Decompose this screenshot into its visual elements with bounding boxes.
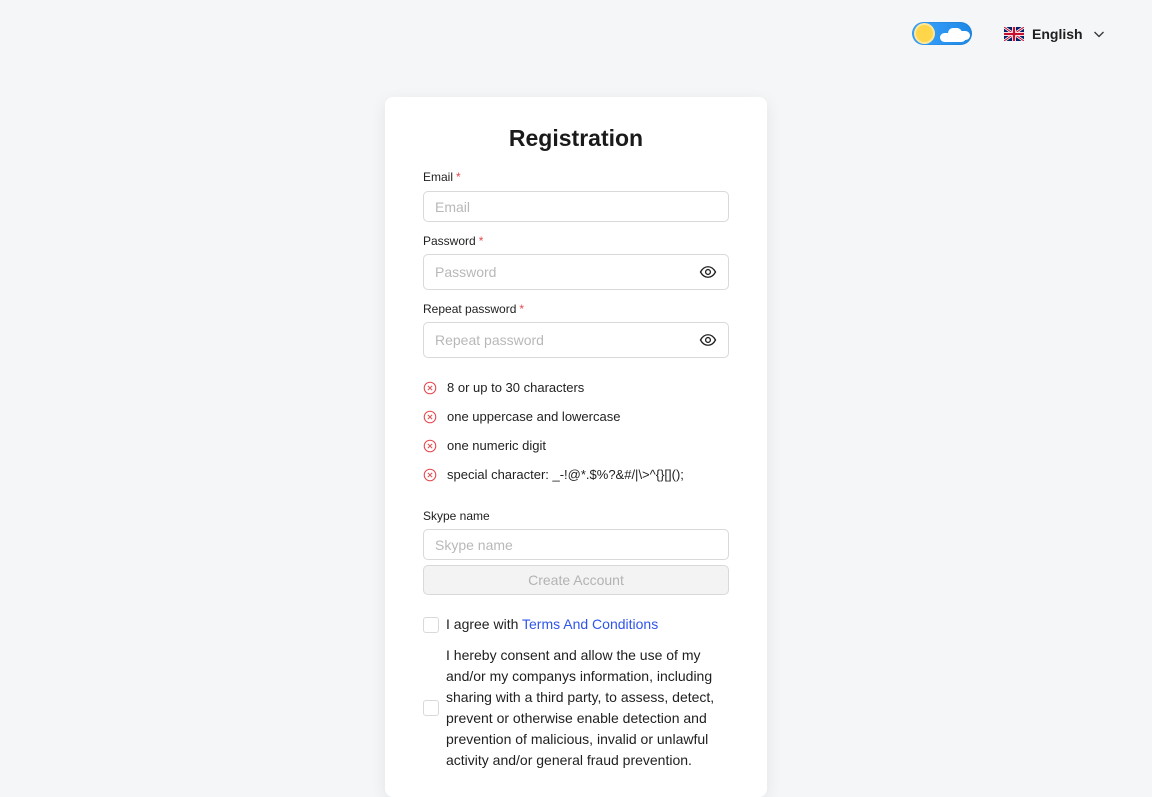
registration-card: Registration Email* Password* Repeat pas…	[385, 97, 767, 797]
create-account-button[interactable]: Create Account	[423, 565, 729, 595]
eye-icon[interactable]	[699, 263, 717, 281]
top-bar: English	[0, 0, 1152, 68]
sun-icon	[916, 25, 933, 42]
password-rule-text: one numeric digit	[447, 438, 546, 453]
skype-input[interactable]	[435, 536, 717, 553]
terms-checkbox[interactable]	[423, 616, 439, 633]
password-rule: 8 or up to 30 characters	[423, 373, 743, 402]
email-label: Email *	[423, 170, 461, 184]
email-label-text: Email	[423, 170, 454, 184]
consent-row: I hereby consent and allow the use of my…	[423, 645, 718, 771]
language-selector[interactable]: English	[1004, 22, 1105, 46]
password-label: Password *	[423, 234, 483, 248]
password-rule-text: special character: _-!@*.$%?&#/|\>^{}[](…	[447, 467, 684, 482]
terms-link[interactable]: Terms And Conditions	[522, 616, 658, 632]
consent-checkbox[interactable]	[423, 700, 439, 716]
cloud-icon	[957, 31, 970, 40]
password-rule: special character: _-!@*.$%?&#/|\>^{}[](…	[423, 460, 743, 489]
page-title: Registration	[508, 125, 644, 151]
email-input[interactable]	[435, 198, 717, 215]
required-mark: *	[519, 302, 525, 316]
terms-text: I agree with Terms And Conditions	[446, 614, 658, 635]
password-field	[423, 254, 729, 290]
email-field	[423, 191, 729, 222]
password-rule-text: 8 or up to 30 characters	[447, 380, 585, 395]
error-circle-icon	[423, 468, 437, 481]
skype-label: Skype name	[423, 509, 490, 523]
error-circle-icon	[423, 410, 437, 423]
error-circle-icon	[423, 381, 437, 394]
repeat-password-field	[423, 322, 729, 358]
password-rule: one uppercase and lowercase	[423, 402, 743, 431]
eye-icon[interactable]	[699, 331, 717, 349]
required-mark: *	[456, 170, 461, 184]
repeat-password-label: Repeat password *	[423, 302, 524, 316]
required-mark: *	[478, 234, 484, 248]
password-rule-text: one uppercase and lowercase	[447, 409, 621, 424]
password-rules-list: 8 or up to 30 characters one uppercase a…	[423, 373, 743, 489]
chevron-down-icon	[1093, 31, 1104, 38]
error-circle-icon	[423, 439, 437, 452]
password-input[interactable]	[435, 264, 699, 280]
terms-prefix: I agree with	[446, 616, 523, 632]
repeat-password-label-text: Repeat password	[423, 302, 517, 316]
password-rule: one numeric digit	[423, 431, 743, 460]
terms-row: I agree with Terms And Conditions	[423, 614, 658, 635]
password-label-text: Password	[423, 234, 476, 248]
theme-toggle[interactable]	[912, 22, 972, 45]
skype-field	[423, 529, 729, 560]
uk-flag-icon	[1004, 27, 1024, 41]
repeat-password-input[interactable]	[435, 332, 699, 348]
language-label: English	[1032, 26, 1083, 42]
consent-text: I hereby consent and allow the use of my…	[446, 647, 715, 768]
